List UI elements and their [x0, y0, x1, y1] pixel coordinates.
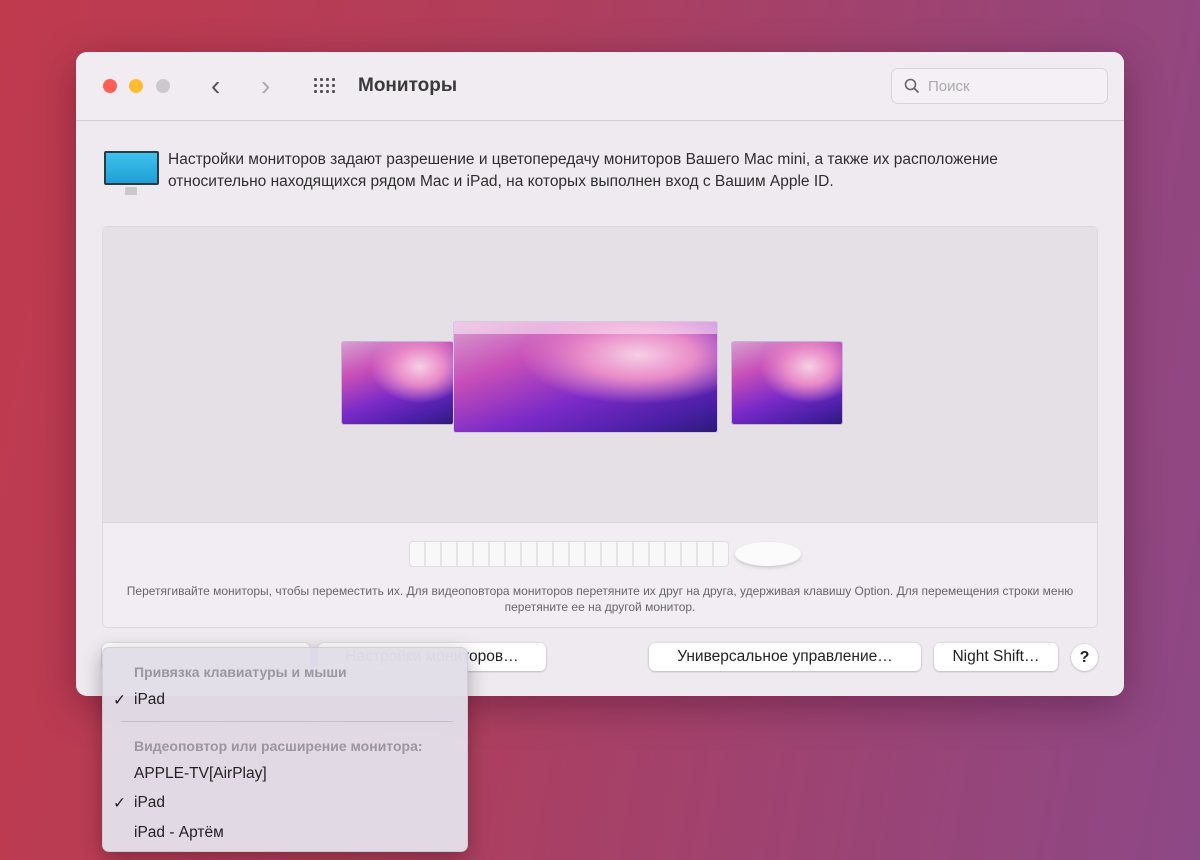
- night-shift-button[interactable]: Night Shift…: [934, 643, 1058, 671]
- menu-item-ipad-link[interactable]: iPad: [134, 691, 165, 709]
- add-display-menu: Привязка клавиатуры и мыши ✓ iPad Видеоп…: [102, 647, 468, 852]
- display-arrangement-area: Перетягивайте мониторы, чтобы переместит…: [102, 226, 1098, 628]
- menu-header-mirror-extend: Видеоповтор или расширение монитора:: [134, 738, 423, 754]
- menu-header-keyboard-mouse: Привязка клавиатуры и мыши: [134, 664, 347, 680]
- checkmark-icon: ✓: [113, 795, 126, 812]
- search-placeholder: Поиск: [928, 77, 970, 95]
- search-field[interactable]: Поиск: [891, 68, 1108, 104]
- menu-item-apple-tv[interactable]: APPLE-TV[AirPlay]: [134, 765, 267, 783]
- window-title: Мониторы: [358, 75, 458, 96]
- display-left-ipad[interactable]: [341, 341, 454, 425]
- show-all-grid-icon[interactable]: [314, 78, 336, 94]
- forward-button[interactable]: ›: [261, 70, 270, 102]
- menu-separator: [121, 721, 453, 722]
- menu-bar-indicator[interactable]: [454, 322, 717, 334]
- titlebar: ‹ › Мониторы Поиск: [76, 52, 1124, 121]
- description-text: Настройки мониторов задают разрешение и …: [168, 151, 998, 190]
- display-stand-icon: [125, 187, 137, 195]
- search-icon: [904, 78, 920, 94]
- help-button[interactable]: ?: [1071, 644, 1098, 671]
- minimize-button[interactable]: [129, 79, 143, 93]
- mouse-icon: [735, 542, 801, 566]
- menu-item-ipad[interactable]: iPad: [134, 794, 165, 812]
- universal-control-button[interactable]: Универсальное управление…: [649, 643, 921, 671]
- menu-item-ipad-artem[interactable]: iPad - Артём: [134, 824, 224, 842]
- close-button[interactable]: [103, 79, 117, 93]
- display-icon: [104, 151, 159, 185]
- arrangement-hint: Перетягивайте мониторы, чтобы переместит…: [126, 584, 1074, 614]
- arrangement-canvas: [103, 227, 1097, 523]
- keyboard-icon: [409, 541, 729, 567]
- checkmark-icon: ✓: [113, 692, 126, 709]
- display-right-ipad[interactable]: [731, 341, 843, 425]
- display-main[interactable]: [453, 321, 718, 433]
- zoom-button[interactable]: [156, 79, 170, 93]
- back-button[interactable]: ‹: [211, 70, 220, 102]
- system-preferences-window: ‹ › Мониторы Поиск Настройки мониторов з…: [76, 52, 1124, 696]
